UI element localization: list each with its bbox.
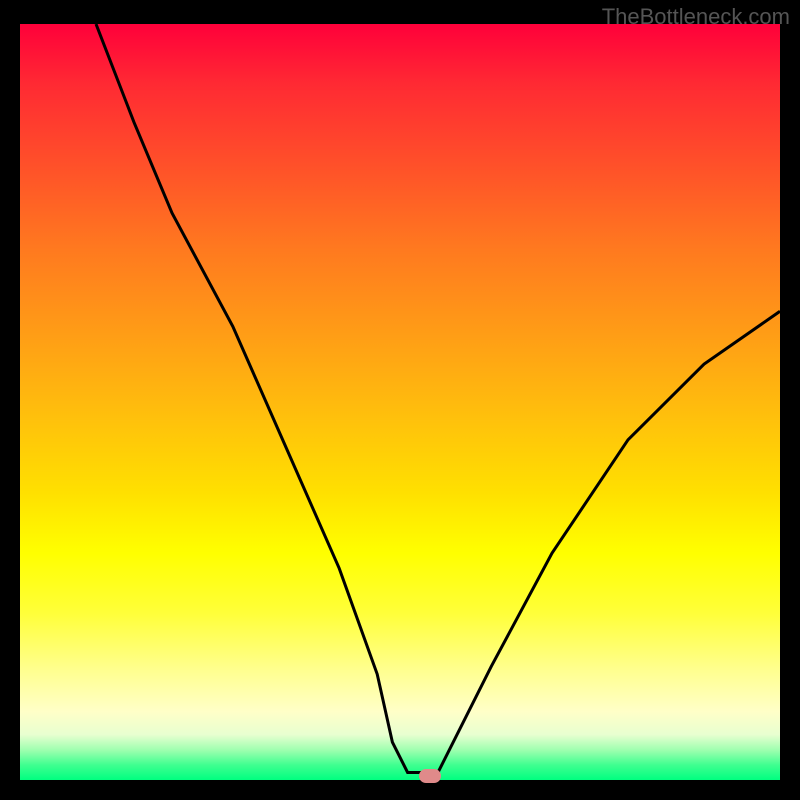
- chart-plot-area: [20, 24, 780, 780]
- watermark-text: TheBottleneck.com: [602, 4, 790, 30]
- chart-curve-svg: [20, 24, 780, 780]
- chart-marker: [419, 769, 441, 783]
- curve-line: [96, 24, 780, 772]
